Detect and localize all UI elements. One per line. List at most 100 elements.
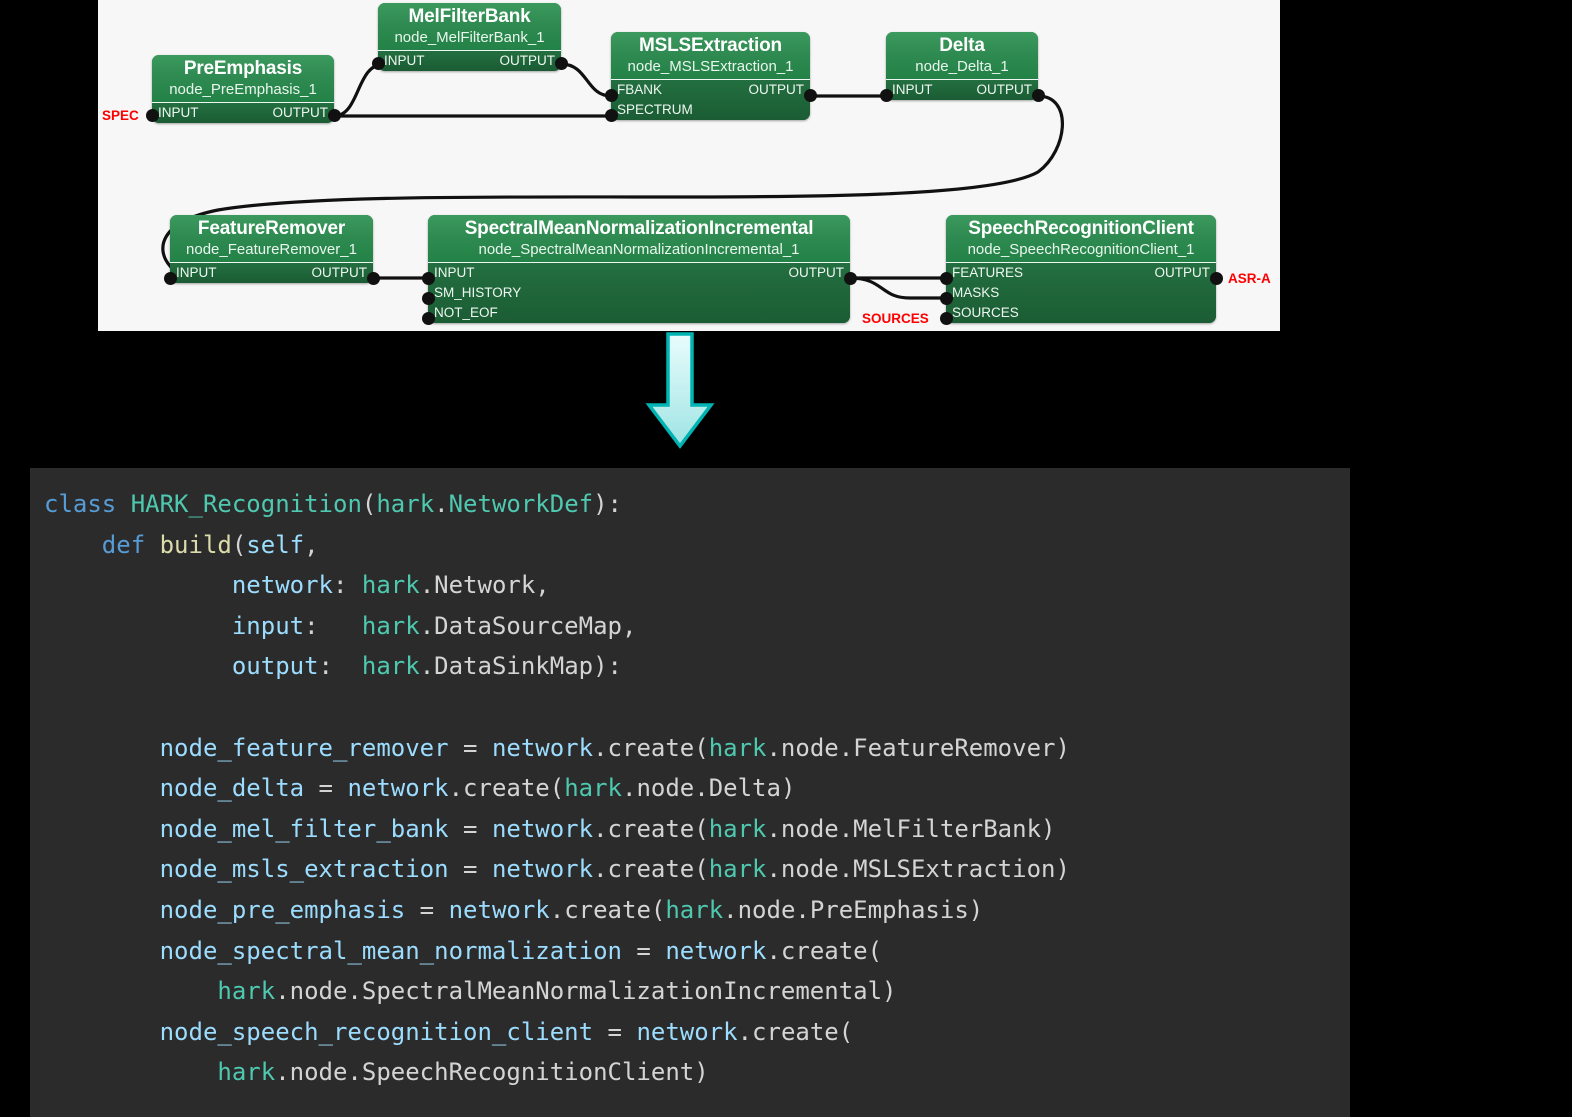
node-header: SpectralMeanNormalizationIncremental nod… — [428, 215, 850, 263]
code-token — [44, 612, 232, 640]
node-mel-filter-bank[interactable]: MelFilterBank node_MelFilterBank_1 INPUT… — [378, 3, 561, 71]
network-diagram-panel: PreEmphasis node_PreEmphasis_1 INPUT OUT… — [98, 0, 1280, 331]
node-delta[interactable]: Delta node_Delta_1 INPUT OUTPUT — [886, 32, 1038, 100]
port-features[interactable]: FEATURES — [952, 263, 1023, 283]
port-row[interactable]: SOURCES — [946, 303, 1216, 323]
port-sources[interactable]: SOURCES — [952, 303, 1019, 323]
port-input[interactable]: INPUT — [158, 103, 199, 123]
node-header: SpeechRecognitionClient node_SpeechRecog… — [946, 215, 1216, 263]
port-input[interactable]: INPUT — [384, 51, 425, 71]
node-title: PreEmphasis — [158, 57, 328, 80]
down-arrow-icon — [645, 331, 715, 451]
code-token: : — [319, 652, 362, 680]
port-output[interactable]: OUTPUT — [977, 80, 1033, 100]
node-header: FeatureRemover node_FeatureRemover_1 — [170, 215, 373, 263]
node-title: FeatureRemover — [176, 217, 367, 240]
port-dot-featureremover-output[interactable] — [367, 272, 380, 285]
node-feature-remover[interactable]: FeatureRemover node_FeatureRemover_1 INP… — [170, 215, 373, 283]
code-token: hark — [709, 734, 767, 762]
port-masks[interactable]: MASKS — [952, 283, 999, 303]
code-token: ( — [232, 531, 246, 559]
port-dot-smn-output[interactable] — [844, 272, 857, 285]
code-line — [30, 687, 1350, 728]
port-dot-msls-spectrum[interactable] — [605, 109, 618, 122]
code-token: = — [405, 896, 448, 924]
port-dot-msls-fbank[interactable] — [605, 89, 618, 102]
port-output[interactable]: OUTPUT — [1155, 263, 1211, 283]
port-output[interactable]: OUTPUT — [273, 103, 329, 123]
port-spectrum[interactable]: SPECTRUM — [617, 100, 693, 120]
node-header: Delta node_Delta_1 — [886, 32, 1038, 80]
node-pre-emphasis[interactable]: PreEmphasis node_PreEmphasis_1 INPUT OUT… — [152, 55, 334, 123]
code-token: hark — [709, 855, 767, 883]
port-row[interactable]: INPUT OUTPUT — [886, 80, 1038, 100]
port-dot-src-sources[interactable] — [940, 312, 953, 325]
port-row[interactable]: SM_HISTORY — [428, 283, 850, 303]
port-dot-src-masks[interactable] — [940, 292, 953, 305]
port-output[interactable]: OUTPUT — [312, 263, 368, 283]
port-dot-src-output[interactable] — [1210, 272, 1223, 285]
code-line: node_pre_emphasis = network.create(hark.… — [30, 890, 1350, 931]
port-dot-melfilterbank-output[interactable] — [555, 57, 568, 70]
port-row[interactable]: INPUT OUTPUT — [378, 51, 561, 71]
port-sm-history[interactable]: SM_HISTORY — [434, 283, 521, 303]
wire-preemphasis-to-melfilterbank — [334, 64, 384, 116]
port-row[interactable]: NOT_EOF — [428, 303, 850, 323]
port-output[interactable]: OUTPUT — [500, 51, 556, 71]
external-label-spec: SPEC — [102, 108, 139, 124]
port-dot-delta-input[interactable] — [880, 89, 893, 102]
port-dot-preemphasis-input[interactable] — [146, 109, 159, 122]
port-row[interactable]: FBANK OUTPUT — [611, 80, 810, 100]
port-dot-preemphasis-output[interactable] — [328, 109, 341, 122]
port-not-eof[interactable]: NOT_EOF — [434, 303, 498, 323]
code-token: = — [304, 774, 347, 802]
code-token: .node.FeatureRemover) — [766, 734, 1069, 762]
code-token: : — [304, 612, 362, 640]
port-row[interactable]: SPECTRUM — [611, 100, 810, 120]
port-dot-featureremover-input[interactable] — [164, 272, 177, 285]
external-label-asr-a: ASR-A — [1228, 271, 1271, 287]
code-token: node_speech_recognition_client — [160, 1018, 593, 1046]
code-line: input: hark.DataSourceMap, — [30, 606, 1350, 647]
port-row[interactable]: MASKS — [946, 283, 1216, 303]
code-token: .Network, — [420, 571, 550, 599]
node-body: INPUT OUTPUT — [378, 51, 561, 71]
port-dot-delta-output[interactable] — [1032, 89, 1045, 102]
code-token: output — [232, 652, 319, 680]
code-line: node_spectral_mean_normalization = netwo… — [30, 931, 1350, 972]
code-line: class HARK_Recognition(hark.NetworkDef): — [30, 484, 1350, 525]
code-block: class HARK_Recognition(hark.NetworkDef):… — [30, 468, 1350, 1117]
port-input[interactable]: INPUT — [892, 80, 933, 100]
port-output[interactable]: OUTPUT — [789, 263, 845, 283]
port-dot-melfilterbank-input[interactable] — [372, 57, 385, 70]
port-output[interactable]: OUTPUT — [749, 80, 805, 100]
port-dot-src-features[interactable] — [940, 272, 953, 285]
code-token: .DataSinkMap): — [420, 652, 622, 680]
node-title: Delta — [892, 34, 1032, 57]
code-line: network: hark.Network, — [30, 565, 1350, 606]
node-speech-recognition-client[interactable]: SpeechRecognitionClient node_SpeechRecog… — [946, 215, 1216, 323]
node-spectral-mean-normalization-incremental[interactable]: SpectralMeanNormalizationIncremental nod… — [428, 215, 850, 323]
port-fbank[interactable]: FBANK — [617, 80, 662, 100]
port-row[interactable]: INPUT OUTPUT — [428, 263, 850, 283]
port-row[interactable]: FEATURES OUTPUT — [946, 263, 1216, 283]
code-token — [44, 652, 232, 680]
node-header: PreEmphasis node_PreEmphasis_1 — [152, 55, 334, 103]
node-msls-extraction[interactable]: MSLSExtraction node_MSLSExtraction_1 FBA… — [611, 32, 810, 120]
port-row[interactable]: INPUT OUTPUT — [170, 263, 373, 283]
code-token: build — [160, 531, 232, 559]
port-input[interactable]: INPUT — [176, 263, 217, 283]
code-token: = — [449, 734, 492, 762]
node-body: INPUT OUTPUT — [170, 263, 373, 283]
port-dot-smn-sm-history[interactable] — [422, 292, 435, 305]
port-dot-smn-not-eof[interactable] — [422, 312, 435, 325]
port-input[interactable]: INPUT — [434, 263, 475, 283]
port-row[interactable]: INPUT OUTPUT — [152, 103, 334, 123]
code-token — [44, 774, 160, 802]
code-token: .node.SpectralMeanNormalizationIncrement… — [275, 977, 896, 1005]
port-dot-msls-output[interactable] — [804, 89, 817, 102]
code-token: node_msls_extraction — [160, 855, 449, 883]
code-token — [44, 896, 160, 924]
port-dot-smn-input[interactable] — [422, 272, 435, 285]
code-token: network — [492, 815, 593, 843]
